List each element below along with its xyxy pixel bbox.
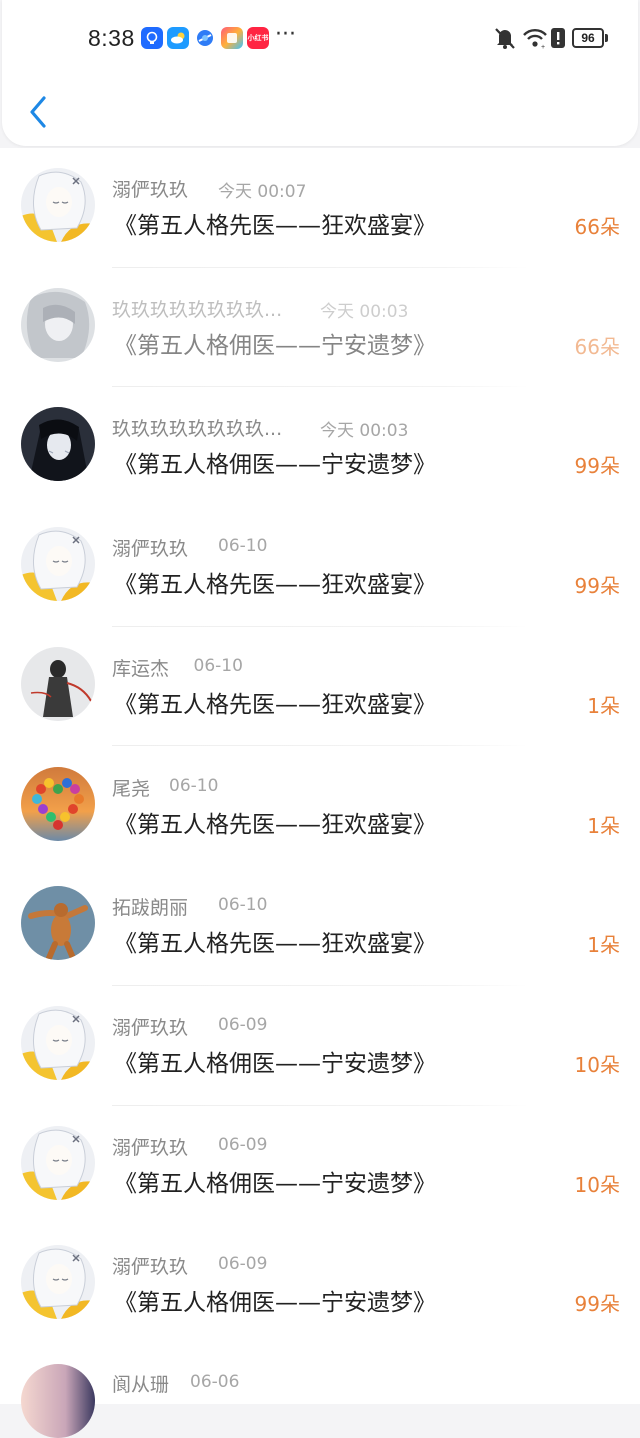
sender-name: 溺俨玖玖 — [112, 538, 189, 561]
record-time: 06-09 — [218, 1134, 268, 1155]
sender-name: 阆从珊 — [112, 1374, 170, 1396]
battery-indicator: 96 — [572, 28, 604, 48]
record-time: 06-09 — [218, 1254, 268, 1275]
chevron-left-icon — [30, 96, 46, 128]
flower-count: 99朵 — [574, 454, 620, 479]
gift-title: 《第五人格先医——狂欢盛宴》 — [114, 213, 436, 239]
record-row[interactable]: 玖玖玖玖玖玖玖玖... 今天 00:03 《第五人格佣医——宁安遗梦》 66朵 — [0, 268, 640, 388]
record-time: 今天 00:03 — [320, 301, 409, 322]
record-row[interactable]: 玖玖玖玖玖玖玖玖... 今天 00:03 《第五人格佣医——宁安遗梦》 99朵 — [0, 387, 640, 507]
flower-count: 1朵 — [587, 693, 620, 718]
record-row[interactable]: 溺俨玖玖 06-09 《第五人格佣医——宁安遗梦》 10朵 — [0, 1106, 640, 1226]
flower-count: 1朵 — [587, 933, 620, 958]
browser-app-icon — [194, 27, 216, 49]
flower-count: 99朵 — [574, 1292, 620, 1317]
record-row[interactable]: 尾尧 06-10 《第五人格先医——狂欢盛宴》 1朵 — [0, 747, 640, 867]
gift-title: 《第五人格先医——狂欢盛宴》 — [114, 572, 436, 599]
avatar — [21, 168, 95, 242]
avatar — [21, 407, 95, 482]
more-notifications-icon: ··· — [275, 22, 296, 47]
flower-count: 1朵 — [587, 813, 620, 838]
gift-title: 《第五人格先医——狂欢盛宴》 — [114, 691, 436, 718]
record-time: 今天 00:07 — [218, 182, 307, 202]
sender-name: 尾尧 — [112, 777, 151, 800]
avatar — [21, 1005, 95, 1080]
top-header: 8:38 小红书 ··· + 96 — [2, 0, 638, 146]
record-row[interactable]: 库运杰 06-10 《第五人格先医——狂欢盛宴》 1朵 — [0, 627, 640, 747]
record-row[interactable]: 溺俨玖玖 06-09 《第五人格佣医——宁安遗梦》 10朵 — [0, 986, 640, 1106]
gift-title: 《第五人格佣医——宁安遗梦》 — [114, 1170, 436, 1197]
flower-count: 66朵 — [574, 334, 620, 359]
record-time: 06-09 — [218, 1014, 268, 1035]
xiaohongshu-app-icon: 小红书 — [247, 27, 269, 49]
record-row[interactable]: 溺俨玖玖 今天 00:07 《第五人格先医——狂欢盛宴》 66朵 — [0, 148, 640, 268]
avatar — [21, 646, 95, 721]
avatar — [21, 1125, 95, 1200]
record-row[interactable]: 溺俨玖玖 06-09 《第五人格佣医——宁安遗梦》 99朵 — [0, 1225, 640, 1345]
partial-record[interactable]: 阆从珊 06-06 — [0, 1344, 640, 1438]
record-time: 06-10 — [218, 895, 268, 916]
record-time: 06-06 — [190, 1372, 240, 1392]
flower-count: 66朵 — [574, 215, 620, 239]
gift-title: 《第五人格佣医——宁安遗梦》 — [114, 332, 436, 359]
record-row[interactable]: 拓跋朗丽 06-10 《第五人格先医——狂欢盛宴》 1朵 — [0, 866, 640, 986]
status-bar: 8:38 小红书 ··· + 96 — [2, 0, 638, 80]
flower-count: 10朵 — [574, 1172, 620, 1197]
avatar — [21, 1364, 95, 1438]
sender-name: 溺俨玖玖 — [112, 1016, 189, 1039]
flower-count: 10朵 — [574, 1052, 620, 1077]
sender-name: 库运杰 — [112, 657, 170, 680]
avatar — [21, 1245, 95, 1320]
avatar — [21, 886, 95, 961]
signal-alert-icon — [550, 26, 566, 52]
record-time: 今天 00:03 — [320, 421, 409, 442]
gift-title: 《第五人格佣医——宁安遗梦》 — [114, 1050, 436, 1077]
sender-name: 溺俨玖玖 — [112, 1136, 189, 1159]
record-time: 06-10 — [169, 775, 219, 796]
avatar — [21, 527, 95, 602]
mute-bell-icon — [494, 26, 516, 52]
svg-text:+: + — [541, 44, 545, 50]
gift-title: 《第五人格佣医——宁安遗梦》 — [114, 452, 436, 479]
bulb-app-icon — [141, 27, 163, 49]
gift-title: 《第五人格先医——狂欢盛宴》 — [114, 931, 436, 958]
gift-title: 《第五人格佣医——宁安遗梦》 — [114, 1290, 436, 1317]
gift-title: 《第五人格先医——狂欢盛宴》 — [114, 811, 436, 838]
avatar — [21, 287, 95, 362]
back-button[interactable] — [22, 90, 62, 134]
sender-name: 玖玖玖玖玖玖玖玖... — [112, 298, 283, 321]
weather-app-icon — [167, 27, 189, 49]
record-time: 06-10 — [193, 655, 243, 676]
wifi-icon: + — [522, 26, 548, 52]
record-time: 06-10 — [218, 536, 268, 557]
sender-name: 溺俨玖玖 — [112, 179, 189, 201]
status-time: 8:38 — [88, 25, 135, 51]
sender-name: 玖玖玖玖玖玖玖玖... — [112, 418, 283, 441]
battery-tip — [605, 34, 608, 42]
avatar — [21, 766, 95, 841]
flower-count: 99朵 — [574, 574, 620, 599]
record-row[interactable]: 溺俨玖玖 06-10 《第五人格先医——狂欢盛宴》 99朵 — [0, 507, 640, 627]
gallery-app-icon — [221, 27, 243, 49]
sender-name: 溺俨玖玖 — [112, 1256, 189, 1279]
sender-name: 拓跋朗丽 — [112, 897, 189, 920]
